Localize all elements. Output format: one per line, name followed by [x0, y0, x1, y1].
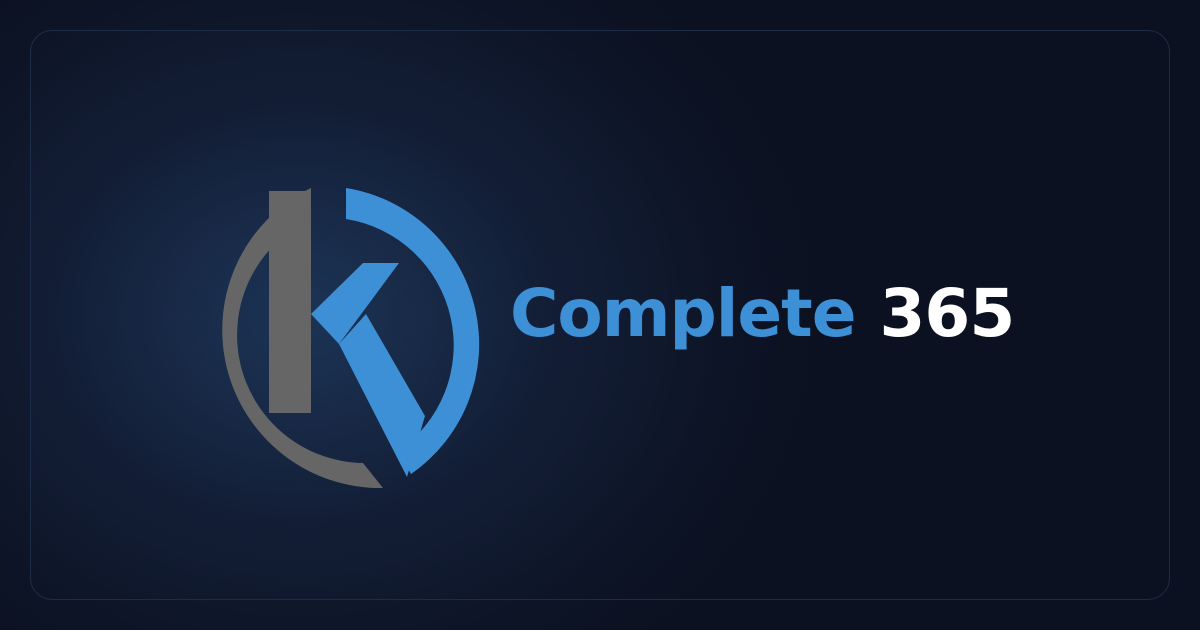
logo-k-stem — [269, 191, 311, 413]
brand-name: Complete — [510, 274, 856, 352]
logo-k-leg-lower — [339, 314, 425, 477]
brand-wordmark: Complete 365 — [510, 268, 1016, 358]
k-circle-logo-icon — [151, 171, 501, 521]
brand-number: 365 — [879, 274, 1016, 352]
